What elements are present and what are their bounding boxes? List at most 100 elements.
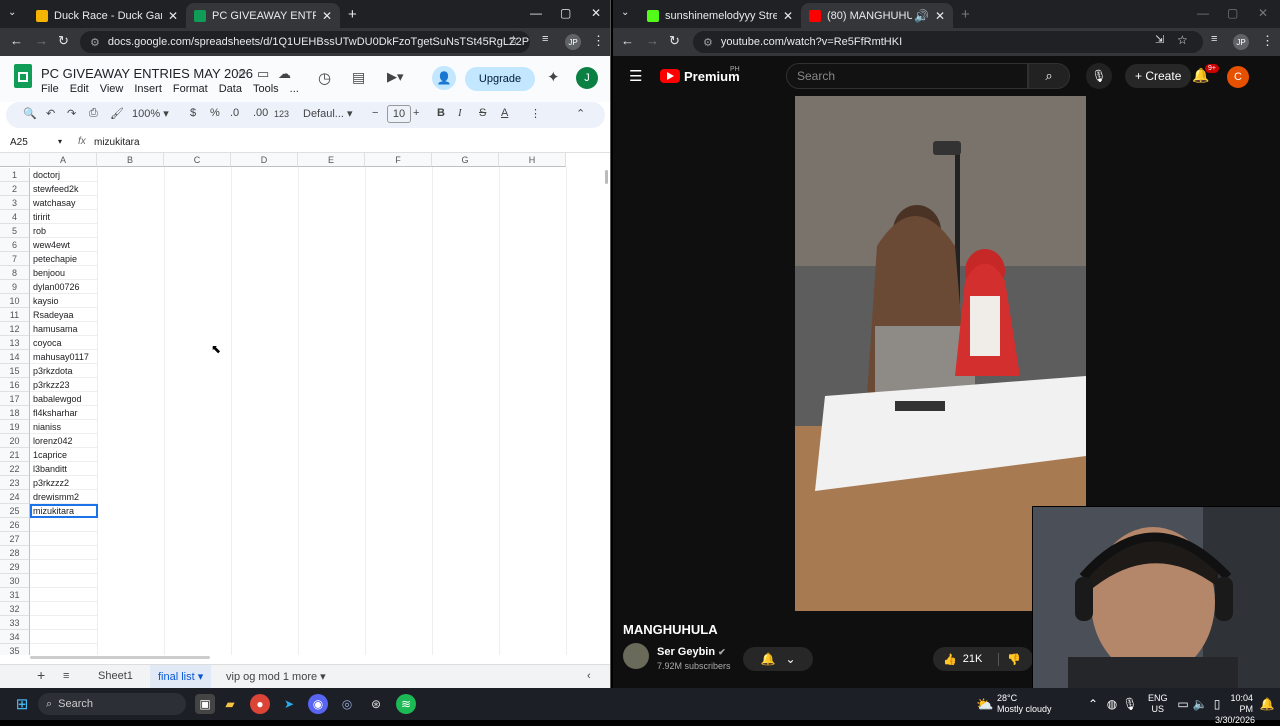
row-header[interactable]: 19	[0, 420, 30, 434]
file-explorer-icon[interactable]: ▰	[220, 694, 240, 714]
print-icon[interactable]: ⎙	[89, 107, 98, 120]
comments-icon[interactable]: ▤	[352, 69, 365, 86]
language-indicator[interactable]: ENG US	[1148, 693, 1168, 715]
column-header-g[interactable]: G	[432, 153, 499, 167]
row-header[interactable]: 7	[0, 252, 30, 266]
chrome-icon[interactable]: ●	[250, 694, 270, 714]
url-field[interactable]: ⚙ docs.google.com/spreadsheets/d/1Q1UEHB…	[80, 31, 530, 53]
more-toolbar-icon[interactable]: ⋮	[530, 107, 541, 120]
text-color-icon[interactable]: A	[501, 107, 508, 119]
reload-icon[interactable]: ↻	[669, 33, 680, 49]
new-tab-icon[interactable]: +	[348, 6, 357, 23]
voice-search-icon[interactable]: 🎙	[1086, 63, 1112, 89]
column-header-f[interactable]: F	[365, 153, 432, 167]
paint-format-icon[interactable]: 🖌	[110, 107, 124, 120]
account-avatar[interactable]: C	[1227, 66, 1249, 88]
close-icon[interactable]: ✕	[322, 9, 332, 23]
back-icon[interactable]: ←	[10, 33, 23, 48]
thumbs-down-icon[interactable]: 👎	[998, 652, 1021, 666]
weather-icon[interactable]: ⛅	[975, 694, 995, 714]
row-header[interactable]: 26	[0, 518, 30, 532]
create-button[interactable]: + Create	[1125, 64, 1192, 88]
column-header-d[interactable]: D	[231, 153, 298, 167]
font-size-increase-icon[interactable]: +	[413, 107, 419, 119]
close-icon[interactable]: ✕	[783, 9, 793, 23]
row-header[interactable]: 6	[0, 238, 30, 252]
history-icon[interactable]: ◷	[318, 69, 331, 87]
scroll-tabs-left-icon[interactable]: ‹	[587, 670, 591, 682]
reload-icon[interactable]: ↻	[58, 33, 69, 49]
search-menus-icon[interactable]: 🔍	[23, 107, 37, 120]
weather-widget[interactable]: 28°C Mostly cloudy	[997, 693, 1052, 715]
row-header[interactable]: 25	[0, 504, 30, 518]
task-view-icon[interactable]: ▣	[195, 694, 215, 714]
menu-more[interactable]: ...	[290, 83, 299, 95]
table-cell[interactable]	[30, 644, 98, 655]
install-app-icon[interactable]: ⇲	[1155, 33, 1164, 46]
meet-icon[interactable]: ▶▾	[387, 69, 404, 85]
sheet-tab-vip[interactable]: vip og mod 1 more ▾	[226, 670, 326, 683]
search-button[interactable]: ⌕	[1028, 63, 1070, 89]
currency-format-button[interactable]: $	[190, 107, 196, 119]
spreadsheet-grid[interactable]: A B C D E F G H 1 doctorj 2 stewfeed2k 3 watchasay 4 ti…	[0, 153, 605, 655]
close-window-icon[interactable]: ✕	[1258, 6, 1268, 20]
table-cell[interactable]: mahusay0117	[30, 350, 98, 364]
column-header-b[interactable]: B	[97, 153, 164, 167]
row-header[interactable]: 5	[0, 224, 30, 238]
row-header[interactable]: 31	[0, 588, 30, 602]
sheet-tab-final-list[interactable]: final list ▾	[150, 665, 212, 688]
row-header[interactable]: 24	[0, 490, 30, 504]
site-info-icon[interactable]: ⚙	[90, 36, 100, 49]
reading-list-icon[interactable]: ≡	[542, 33, 548, 45]
menu-tools[interactable]: Tools	[253, 83, 279, 95]
row-header[interactable]: 2	[0, 182, 30, 196]
menu-data[interactable]: Data	[219, 83, 242, 95]
row-header[interactable]: 11	[0, 308, 30, 322]
table-cell[interactable]: wew4ewt	[30, 238, 98, 252]
url-field[interactable]: ⚙ youtube.com/watch?v=Re5FfRmtHKI	[693, 31, 1203, 53]
increase-decimal-button[interactable]: .00	[253, 107, 268, 119]
menu-format[interactable]: Format	[173, 83, 208, 95]
table-cell[interactable]	[30, 602, 98, 616]
start-windows-icon[interactable]: ⊞	[12, 694, 32, 714]
selected-cell[interactable]: mizukitara	[30, 504, 98, 518]
channel-avatar[interactable]	[623, 643, 649, 669]
tab-search-icon[interactable]: ⌄	[8, 7, 16, 18]
star-icon[interactable]: ☆	[236, 66, 248, 82]
add-sheet-icon[interactable]: +	[37, 667, 45, 683]
table-cell[interactable]	[30, 532, 98, 546]
telegram-icon[interactable]: ➤	[279, 694, 299, 714]
table-cell[interactable]	[30, 560, 98, 574]
row-header[interactable]: 29	[0, 560, 30, 574]
collapse-toolbar-icon[interactable]: ⌃	[576, 107, 585, 120]
row-header[interactable]: 3	[0, 196, 30, 210]
close-icon[interactable]: ✕	[935, 9, 945, 23]
table-cell[interactable]: p3rkzz23	[30, 378, 98, 392]
more-formats-button[interactable]: 123	[274, 109, 289, 119]
app-icon[interactable]: ⊛	[366, 694, 386, 714]
table-cell[interactable]: tiririt	[30, 210, 98, 224]
row-header[interactable]: 35	[0, 644, 30, 655]
select-all-corner[interactable]	[0, 153, 30, 167]
table-cell[interactable]: kaysio	[30, 294, 98, 308]
zoom-select[interactable]: 100% ▾	[132, 107, 169, 120]
table-cell[interactable]: coyoca	[30, 336, 98, 350]
youtube-logo-icon[interactable]	[660, 69, 680, 83]
table-cell[interactable]: p3rkzdota	[30, 364, 98, 378]
table-cell[interactable]: stewfeed2k	[30, 182, 98, 196]
undo-icon[interactable]: ↶	[46, 107, 55, 120]
move-folder-icon[interactable]: ▭	[257, 66, 269, 82]
account-avatar[interactable]: J	[576, 67, 598, 89]
minimize-icon[interactable]: —	[530, 6, 542, 20]
row-header[interactable]: 20	[0, 434, 30, 448]
row-header[interactable]: 21	[0, 448, 30, 462]
notifications-icon[interactable]: 🔔	[1257, 694, 1277, 714]
profile-avatar[interactable]: JP	[1233, 34, 1249, 50]
table-cell[interactable]	[30, 546, 98, 560]
table-cell[interactable]: watchasay	[30, 196, 98, 210]
speaker-icon[interactable]: 🔊	[914, 9, 929, 23]
taskbar-search-box[interactable]: ⌕ Search	[38, 693, 186, 715]
reading-list-icon[interactable]: ≡	[1211, 33, 1217, 45]
table-cell[interactable]: rob	[30, 224, 98, 238]
document-title[interactable]: PC GIVEAWAY ENTRIES MAY 2026	[41, 66, 253, 81]
